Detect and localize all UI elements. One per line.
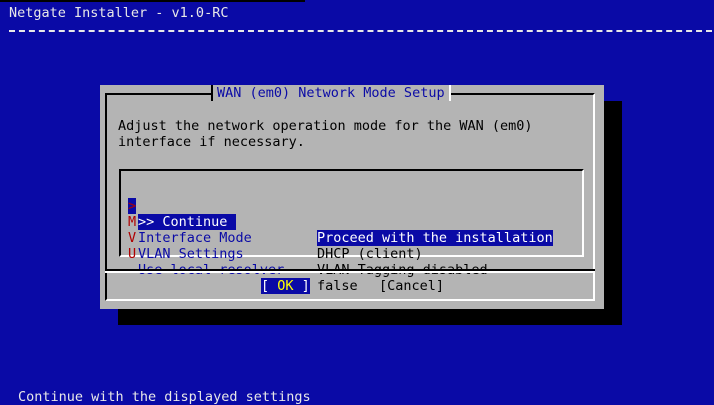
menu-item-description: false	[317, 278, 358, 294]
network-mode-dialog: WAN (em0) Network Mode Setup Adjust the …	[100, 85, 604, 309]
dialog-prompt: Adjust the network operation mode for th…	[118, 118, 588, 150]
installer-backtitle: Netgate Installer - v1.0-RC	[9, 5, 229, 21]
ok-bracket-left: [	[261, 278, 278, 294]
top-strip-shadow	[0, 0, 305, 2]
menu-item-hotkey: U	[128, 246, 137, 262]
ok-label: OK	[277, 278, 294, 294]
status-line: Continue with the displayed settings	[18, 389, 311, 405]
menu-item-description: Proceed with the installation	[317, 230, 553, 246]
menu-item-description: DHCP (client)	[317, 246, 423, 262]
button-separator	[105, 269, 595, 273]
menu-item-vlan-settings[interactable]: V VLAN Settings VLAN Tagging disabled	[128, 214, 488, 278]
ok-button[interactable]: [ OK ]	[261, 278, 310, 294]
backtitle-rule	[9, 30, 712, 32]
menu-item-continue[interactable]: > >> Continue Proceed with the installat…	[128, 182, 553, 246]
dialog-title: WAN (em0) Network Mode Setup	[211, 85, 451, 101]
prompt-line-2: interface if necessary.	[118, 134, 305, 150]
menu-list: > >> Continue Proceed with the installat…	[119, 169, 584, 294]
cancel-button[interactable]: [Cancel]	[379, 278, 444, 294]
menu-item-interface-mode[interactable]: M Interface Mode DHCP (client)	[128, 198, 423, 262]
ok-bracket-right: ]	[293, 278, 310, 294]
menu-item-use-local-resolver[interactable]: U Use local resolver false	[128, 230, 358, 294]
prompt-line-1: Adjust the network operation mode for th…	[118, 118, 533, 134]
